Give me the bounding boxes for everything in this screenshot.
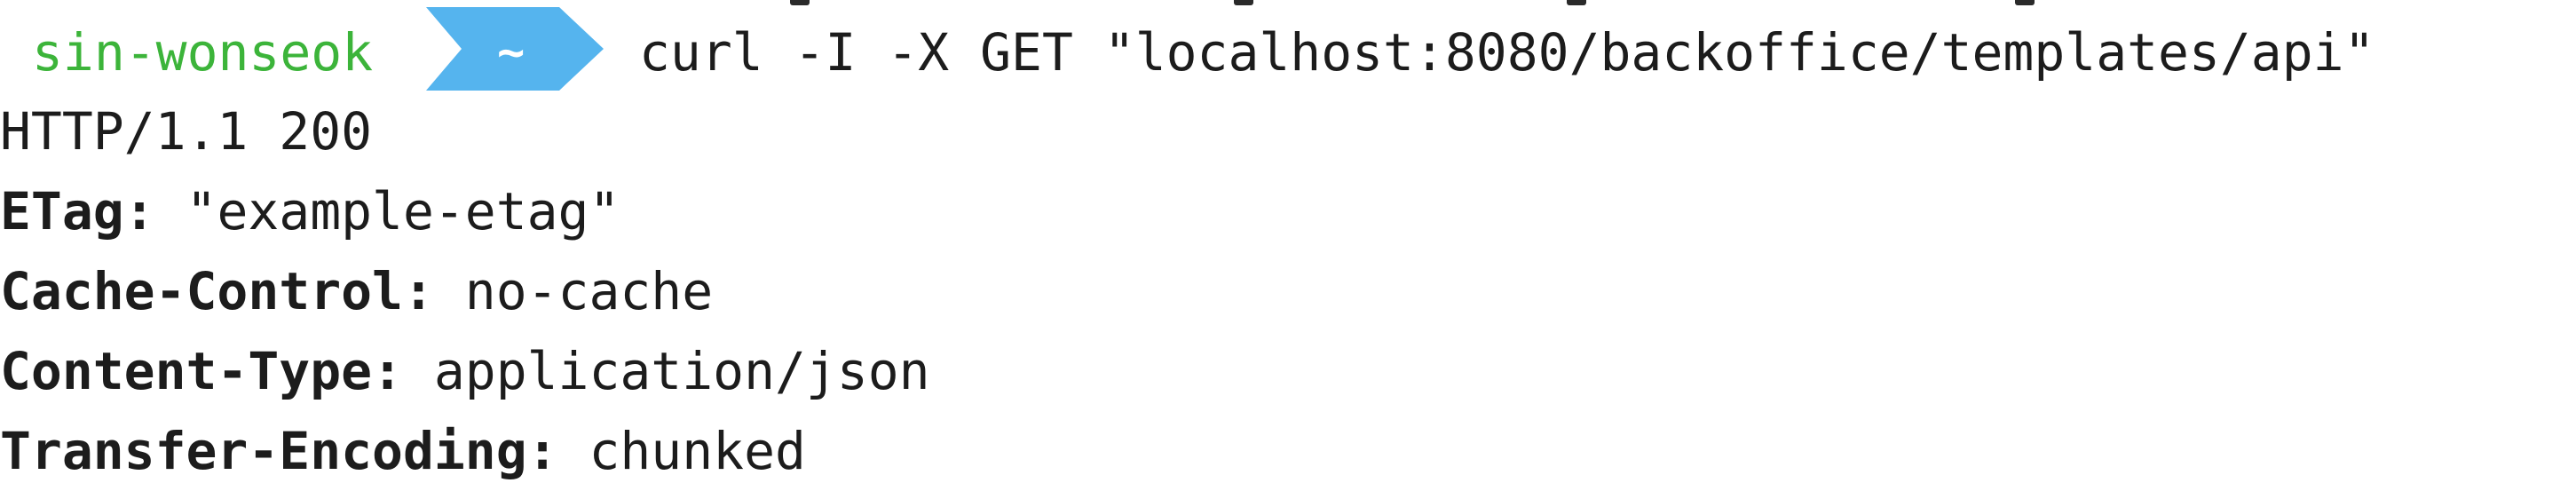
command-text[interactable]: curl -I -X GET "localhost:8080/backoffic… (639, 12, 2375, 92)
header-name: ETag: (0, 181, 155, 242)
header-name: Transfer-Encoding: (0, 421, 558, 481)
terminal-window[interactable]: sin-wonseok ~ curl -I -X GET "localhost:… (0, 0, 2576, 487)
header-line-cache-control: Cache-Control: no-cache (0, 251, 713, 331)
header-value: application/json (433, 341, 930, 401)
header-name: Content-Type: (0, 341, 403, 401)
header-line-etag: ETag: "example-etag" (0, 171, 620, 251)
header-line-content-type: Content-Type: application/json (0, 331, 930, 411)
header-value: chunked (589, 421, 806, 481)
header-line-transfer-encoding: Transfer-Encoding: chunked (0, 411, 806, 491)
header-value: no-cache (464, 261, 714, 321)
previous-output-clipped (0, 0, 2576, 7)
header-value: "example-etag" (186, 181, 620, 242)
header-name: Cache-Control: (0, 261, 434, 321)
prompt-directory: ~ (497, 26, 525, 79)
http-status-line: HTTP/1.1 200 (0, 101, 373, 162)
prompt-username: sin-wonseok (32, 22, 374, 83)
